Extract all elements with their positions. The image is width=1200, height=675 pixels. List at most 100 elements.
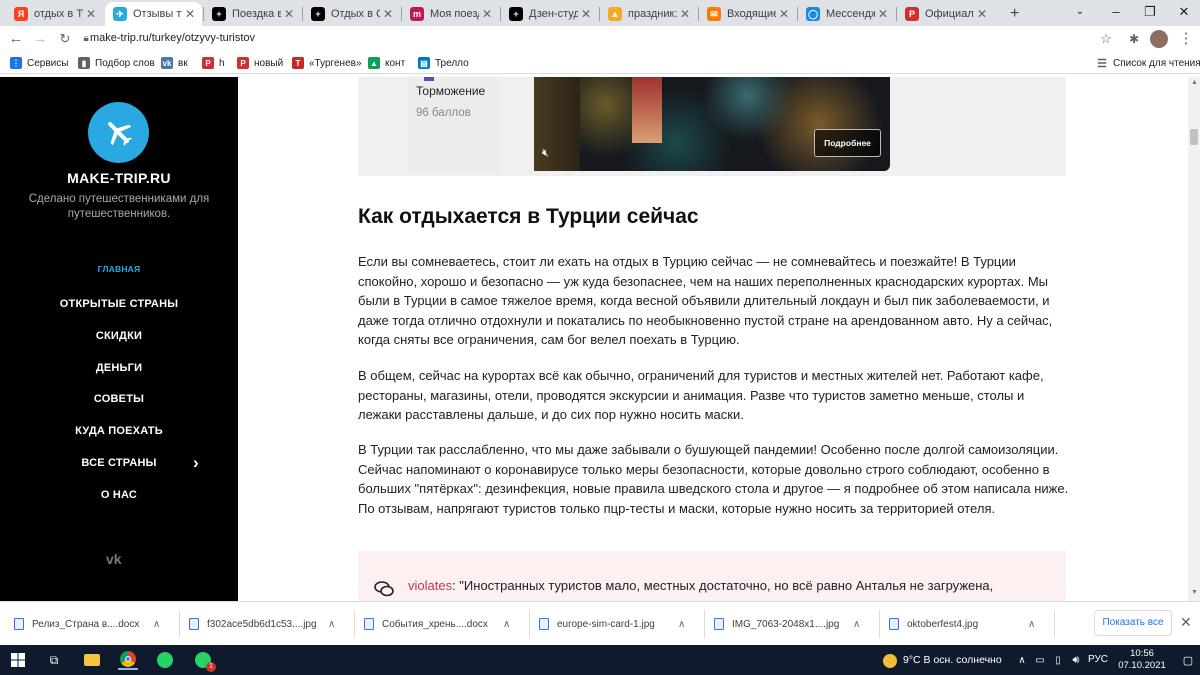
vk-icon[interactable]: vk	[106, 551, 122, 567]
browser-tab[interactable]: m Моя поездка✕	[402, 2, 499, 26]
nav-item[interactable]: КУДА ПОЕХАТЬ	[0, 425, 238, 437]
download-separator	[1054, 610, 1055, 638]
chevron-up-icon[interactable]: ∧	[853, 619, 860, 630]
bookmark-item[interactable]: Ph	[202, 56, 225, 70]
notification-badge: 1	[206, 662, 216, 672]
download-item[interactable]: События_хрень....docx ∧	[364, 616, 519, 632]
nav-item[interactable]: СОВЕТЫ	[0, 393, 238, 405]
whatsapp-icon[interactable]	[155, 650, 175, 670]
scroll-down-icon[interactable]: ▼	[1191, 589, 1198, 596]
bookmark-item[interactable]: vk вк	[161, 56, 188, 70]
close-tab-icon[interactable]: ✕	[281, 7, 297, 21]
nav-item[interactable]: СКИДКИ	[0, 330, 238, 342]
download-item[interactable]: Релиз_Страна в....docx ∧	[14, 616, 169, 632]
nav-item[interactable]: ДЕНЬГИ	[0, 362, 238, 374]
extensions-icon[interactable]: ✱	[1124, 29, 1144, 49]
site-logo[interactable]	[88, 102, 149, 163]
article-paragraph: В Турции так расслабленно, что мы даже з…	[358, 442, 1069, 516]
page-scrollbar[interactable]: ▲ ▼	[1188, 77, 1200, 601]
close-icon[interactable]: ✕	[1180, 614, 1192, 631]
mute-icon[interactable]: 🔇︎	[542, 147, 549, 160]
download-item[interactable]: europe-sim-card-1.jpg ∧	[539, 616, 694, 632]
tab-separator	[203, 7, 204, 21]
close-tab-icon[interactable]: ✕	[182, 7, 198, 21]
new-tab-button[interactable]: +	[1006, 2, 1026, 26]
restore-button[interactable]: ❐	[1132, 0, 1168, 26]
close-tab-icon[interactable]: ✕	[974, 7, 990, 21]
bookmark-item[interactable]: ⋮ Сервисы	[10, 56, 68, 70]
download-item[interactable]: IMG_7063-2048x1....jpg ∧	[714, 616, 869, 632]
bookmark-item[interactable]: Pновый	[237, 56, 283, 70]
windows-start-icon[interactable]	[8, 650, 28, 670]
site-name[interactable]: MAKE-TRIP.RU	[0, 170, 238, 186]
minimize-button[interactable]: –	[1098, 0, 1134, 26]
tab-favicon-icon: +	[212, 7, 226, 21]
close-tab-icon[interactable]: ✕	[380, 7, 396, 21]
whatsapp-business-icon[interactable]: 1	[193, 650, 216, 672]
browser-tab[interactable]: Яотдых в Турц✕	[6, 2, 103, 26]
browser-tab[interactable]: + Дзен-студия✕	[501, 2, 598, 26]
close-tab-icon[interactable]: ✕	[875, 7, 891, 21]
bookmark-item[interactable]: T «Тургенев»	[292, 56, 362, 70]
bookmark-star-icon[interactable]: ☆	[1096, 29, 1116, 49]
bookmark-item[interactable]: ▲ конт	[368, 56, 405, 70]
chevron-up-icon[interactable]: ∧	[1028, 619, 1035, 630]
tab-search-icon[interactable]: ⌄	[1062, 0, 1098, 26]
file-icon	[189, 618, 199, 630]
browser-tab[interactable]: ▲ праздник: 2✕	[600, 2, 697, 26]
nav-item[interactable]: О НАС	[0, 489, 238, 501]
close-tab-icon[interactable]: ✕	[83, 7, 99, 21]
ad-more-button[interactable]: Подробнее	[814, 129, 881, 157]
nav-item[interactable]: ГЛАВНАЯ	[0, 264, 238, 274]
back-icon[interactable]: ←	[6, 29, 26, 49]
browser-tab[interactable]: + Отдых в Сочи✕	[303, 2, 400, 26]
weather-icon[interactable]	[880, 651, 900, 671]
close-tab-icon[interactable]: ✕	[578, 7, 594, 21]
close-tab-icon[interactable]: ✕	[776, 7, 792, 21]
menu-icon[interactable]: ⋮	[1176, 29, 1196, 49]
site-sidebar: MAKE-TRIP.RU Сделано путешественниками д…	[0, 77, 238, 601]
download-item[interactable]: oktoberfest4.jpg ∧	[889, 616, 1044, 632]
ad-title: Торможение	[416, 84, 486, 98]
nav-item[interactable]: ОТКРЫТЫЕ СТРАНЫ	[0, 298, 238, 310]
download-item[interactable]: f302ace5db6d1c53....jpg ∧	[189, 616, 344, 632]
weather-text[interactable]: 9°C В осн. солнечно	[903, 654, 1002, 666]
bookmark-item[interactable]: ▤ Трелло	[418, 56, 469, 70]
notifications-icon[interactable]: ▢	[1178, 650, 1198, 670]
close-tab-icon[interactable]: ✕	[479, 7, 495, 21]
close-tab-icon[interactable]: ✕	[677, 7, 693, 21]
system-clock[interactable]: 10:56 07.10.2021	[1110, 648, 1174, 672]
close-window-button[interactable]: ✕	[1166, 0, 1200, 26]
reload-icon[interactable]: ↻	[55, 29, 75, 49]
chevron-up-icon[interactable]: ∧	[1012, 650, 1032, 670]
tab-favicon-icon: ✈	[113, 7, 127, 21]
chevron-up-icon[interactable]: ∧	[678, 619, 685, 630]
browser-tab[interactable]: ◯ Мессенджер✕	[798, 2, 895, 26]
browser-tab[interactable]: ✈ Отзывы тури✕	[105, 2, 202, 26]
forward-icon[interactable]: →	[30, 29, 50, 49]
chrome-icon[interactable]	[118, 650, 138, 670]
language-indicator[interactable]: РУС	[1088, 654, 1108, 665]
battery-icon[interactable]: ▯	[1048, 650, 1068, 670]
quote-author-link[interactable]: violates	[408, 578, 452, 593]
bookmark-item[interactable]: ▮ Подбор слов	[78, 56, 155, 70]
chevron-up-icon[interactable]: ∧	[153, 619, 160, 630]
task-view-icon[interactable]: ⧉	[44, 650, 64, 670]
profile-avatar[interactable]	[1150, 30, 1168, 48]
nav-item[interactable]: ВСЕ СТРАНЫ ›	[0, 453, 238, 472]
chevron-up-icon[interactable]: ∧	[503, 619, 510, 630]
network-icon[interactable]: ▭	[1030, 650, 1050, 670]
show-all-downloads-button[interactable]: Показать все	[1094, 610, 1172, 636]
browser-tab[interactable]: ✉ Входящие —✕	[699, 2, 796, 26]
scroll-up-icon[interactable]: ▲	[1191, 79, 1198, 86]
browser-tab[interactable]: P Официальн✕	[897, 2, 994, 26]
chevron-up-icon[interactable]: ∧	[328, 619, 335, 630]
reading-list[interactable]: ☰ Список для чтения	[1096, 56, 1200, 70]
scrollbar-thumb[interactable]	[1190, 129, 1198, 145]
chevron-right-icon[interactable]: ›	[193, 453, 199, 473]
address-bar[interactable]: make-trip.ru/turkey/otzyvy-turistov	[90, 32, 255, 44]
volume-icon[interactable]: 🔊︎	[1066, 650, 1086, 670]
file-explorer-icon[interactable]	[82, 650, 102, 670]
browser-tab[interactable]: + Поездка в Ту✕	[204, 2, 301, 26]
tab-title: Отзывы тури	[133, 8, 182, 20]
